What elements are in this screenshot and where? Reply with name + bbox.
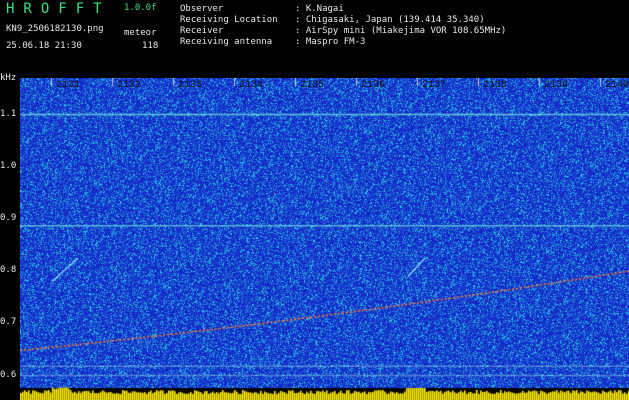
x-tick-label: 2139 <box>544 80 569 91</box>
app-version: 1.0.0f <box>124 3 157 13</box>
y-tick-label: 0.9 <box>0 212 17 223</box>
field-value-observer: : K.Nagai <box>295 4 344 14</box>
y-axis-unit: kHz <box>0 73 17 83</box>
date-time: 25.06.18 21:30 <box>6 41 82 51</box>
x-tick-label: 2140 <box>605 80 629 91</box>
app-logo: HROFFT <box>6 1 111 17</box>
y-tick-label: 0.6 <box>0 369 17 380</box>
event-count: 118 <box>142 41 159 51</box>
x-tick-label: 2138 <box>483 80 508 91</box>
y-tick-label: 0.7 <box>0 317 17 328</box>
field-label-antenna: Receiving antenna <box>180 37 273 47</box>
x-tick-label: 2137 <box>422 80 447 91</box>
field-value-receiver: : AirSpy mini (Miakejima VOR 108.65MHz) <box>295 26 507 36</box>
x-tick-label: 2136 <box>361 80 386 91</box>
header-panel: HROFFT 1.0.0f KN9_2506182130.png meteor … <box>0 0 629 68</box>
field-value-antenna: : Maspro FM-3 <box>295 37 366 47</box>
x-tick-label: 2132 <box>117 80 142 91</box>
x-tick-label: 2134 <box>239 80 264 91</box>
field-label-observer: Observer <box>180 4 224 14</box>
x-tick-label: 2131 <box>56 80 81 91</box>
field-label-receiver: Receiver <box>180 26 224 36</box>
mode-label: meteor <box>124 28 157 38</box>
field-label-location: Receiving Location <box>180 15 278 25</box>
x-tick-label: 2135 <box>300 80 325 91</box>
y-tick-label: 1.1 <box>0 108 17 119</box>
spectrogram-plot: 2131 2132 2133 2134 2135 2136 2137 2138 2139 2140 <box>20 78 629 400</box>
field-value-location: : Chigasaki, Japan (139.414 35.340) <box>295 15 485 25</box>
spectrogram-canvas <box>20 78 629 400</box>
y-tick-label: 1.0 <box>0 160 17 171</box>
y-tick-label: 0.8 <box>0 265 17 276</box>
x-tick-label: 2133 <box>178 80 203 91</box>
file-name: KN9_2506182130.png <box>6 24 104 34</box>
